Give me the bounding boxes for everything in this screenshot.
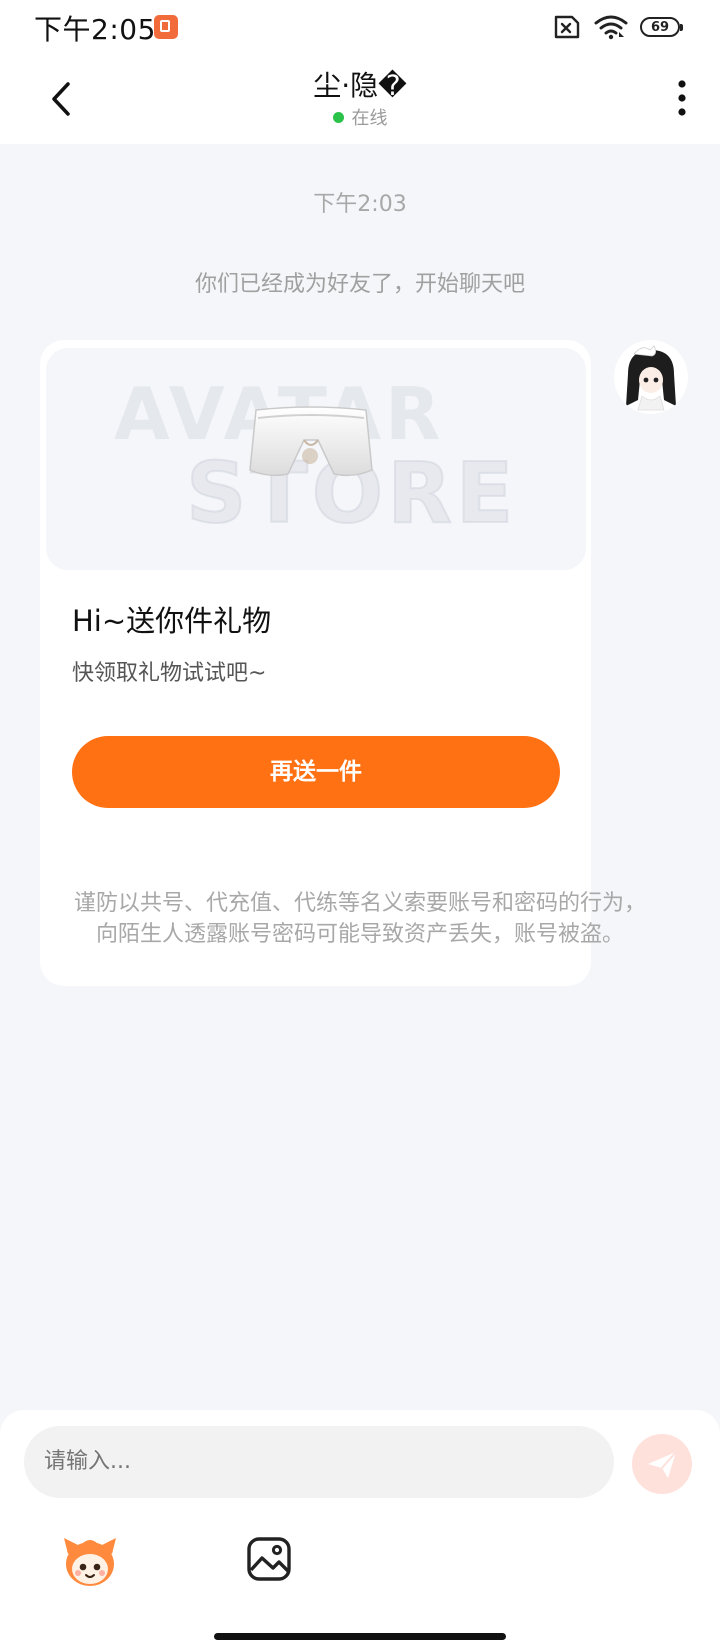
more-vertical-icon — [678, 80, 686, 116]
contact-name[interactable]: 尘·隐� — [0, 64, 720, 104]
shorts-image — [249, 406, 373, 477]
sender-avatar[interactable] — [614, 340, 688, 414]
app-notification-icon — [154, 15, 178, 39]
system-message: 你们已经成为好友了，开始聊天吧 — [194, 272, 525, 297]
paper-plane-icon — [648, 1451, 677, 1478]
gift-subtitle: 快领取礼物试试吧~ — [72, 661, 267, 686]
status-icons: 69 — [552, 12, 683, 42]
avatar-image — [614, 340, 688, 414]
image-icon — [247, 1537, 291, 1581]
mascot-emoji-icon — [64, 1538, 116, 1586]
status-time: 下午2:05 — [34, 13, 156, 46]
emoji-button[interactable] — [60, 1534, 120, 1590]
gift-title: Hi~送你件礼物 — [72, 604, 272, 638]
send-another-gift-button[interactable]: 再送一件 — [72, 736, 560, 808]
battery-level: 69 — [650, 19, 670, 35]
image-button[interactable] — [246, 1536, 292, 1582]
more-options-button[interactable] — [672, 76, 692, 120]
wifi-icon — [594, 15, 628, 40]
home-indicator[interactable] — [214, 1633, 506, 1640]
input-panel — [0, 1410, 720, 1650]
chat-header: 尘·隐� 在线 — [0, 54, 720, 144]
no-sim-icon — [554, 15, 580, 39]
safety-warning: 谨防以共号、代充值、代练等名义索要账号和密码的行为，向陌生人透露账号密码可能导致… — [73, 891, 646, 947]
send-button[interactable] — [632, 1434, 692, 1494]
message-timestamp: 下午2:03 — [313, 192, 407, 217]
online-status-label: 在线 — [351, 108, 388, 129]
chat-area: 下午2:03 你们已经成为好友了，开始聊天吧 AVATAR STORE Hi~送… — [0, 144, 720, 1410]
gift-image: AVATAR STORE — [46, 348, 586, 570]
online-status: 在线 — [0, 104, 720, 130]
message-input[interactable] — [24, 1426, 614, 1498]
status-bar: 下午2:05 69 — [0, 0, 720, 54]
battery-indicator: 69 — [640, 17, 683, 37]
online-dot-icon — [332, 112, 344, 123]
